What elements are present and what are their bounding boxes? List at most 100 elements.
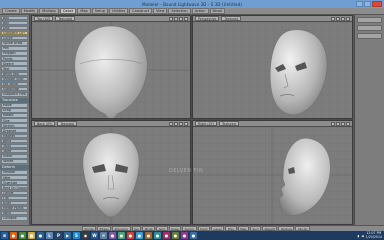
app-icon-15[interactable]: ● bbox=[136, 232, 143, 239]
maximize-viewport-icon[interactable] bbox=[346, 16, 350, 21]
view-type-select[interactable]: Back (XY) bbox=[34, 121, 56, 126]
layer-box[interactable] bbox=[357, 17, 382, 23]
rotate-icon[interactable] bbox=[174, 16, 178, 21]
tool-button-size[interactable]: Size bbox=[1, 118, 28, 123]
app-icon-17[interactable]: ● bbox=[154, 232, 161, 239]
app-icon-14[interactable]: ● bbox=[127, 232, 134, 239]
tool-button-taper[interactable]: Taper bbox=[1, 148, 28, 154]
tool-button-curve[interactable]: Curve bbox=[1, 35, 28, 41]
pan-icon[interactable] bbox=[169, 16, 173, 21]
tool-button-align[interactable]: Align bbox=[1, 200, 28, 206]
tool-button-smooth-shift[interactable]: Smooth Shift bbox=[1, 76, 28, 82]
lightwave-icon[interactable]: L bbox=[46, 232, 53, 239]
tab-multiply[interactable]: Multiply bbox=[39, 8, 60, 14]
tab-selection[interactable]: Selection bbox=[168, 8, 191, 14]
tab-create[interactable]: Create bbox=[2, 8, 20, 14]
mail-icon[interactable]: ✉ bbox=[100, 232, 107, 239]
tool-button-jitter[interactable]: Jitter bbox=[1, 175, 28, 180]
start-button-icon[interactable]: ⊞ bbox=[1, 232, 8, 239]
folder-icon[interactable]: ■ bbox=[28, 232, 35, 239]
tool-button-dragnet[interactable]: Dragnet bbox=[1, 128, 28, 134]
view-type-select[interactable]: Top (XZ) bbox=[34, 16, 54, 21]
pan-icon[interactable] bbox=[169, 121, 173, 126]
tool-button-drag[interactable]: Drag bbox=[1, 108, 28, 113]
tool-button-subpatch-ctrl[interactable]: Subpatch Ctrl bbox=[1, 30, 28, 36]
viewport-perspective[interactable]: Perspective Textured bbox=[192, 15, 353, 119]
steam-icon[interactable]: ● bbox=[37, 232, 44, 239]
app-icon-19[interactable]: ● bbox=[172, 232, 179, 239]
tab-construct[interactable]: Construct bbox=[129, 8, 153, 14]
tool-button-shear[interactable]: Shear bbox=[1, 153, 28, 159]
tool-button-polygon[interactable]: Polygon bbox=[1, 51, 28, 56]
tab-detail[interactable]: Detail bbox=[60, 8, 77, 14]
layer-box[interactable] bbox=[357, 33, 382, 39]
tab-map[interactable]: Map bbox=[77, 8, 91, 14]
clock[interactable]: 12:07 PM 1/20/2014 bbox=[366, 231, 382, 239]
app-icon-18[interactable]: ● bbox=[163, 232, 170, 239]
skype-icon[interactable]: S bbox=[73, 232, 80, 239]
network-icon[interactable]: ▮ bbox=[357, 234, 359, 238]
viewport-right[interactable]: Right (ZY) Textured bbox=[192, 120, 353, 225]
tab-bevel[interactable]: Bevel bbox=[209, 8, 226, 14]
view-type-select[interactable]: Right (ZY) bbox=[195, 121, 218, 126]
rotate-icon[interactable] bbox=[336, 121, 340, 126]
tool-button-quantize[interactable]: Quantize bbox=[1, 180, 28, 185]
tool-button-subpatch-free[interactable]: Subpatch Free bbox=[1, 91, 28, 97]
tool-button-disc[interactable]: Disc bbox=[1, 25, 28, 31]
tab-action[interactable]: Action bbox=[191, 8, 209, 14]
camera-icon[interactable]: ◉ bbox=[82, 232, 89, 239]
tool-button-box[interactable]: Box bbox=[1, 15, 28, 21]
render-mode-select[interactable]: Textured bbox=[55, 16, 75, 21]
tool-button-ball[interactable]: Ball bbox=[1, 20, 28, 26]
pan-icon[interactable] bbox=[331, 121, 335, 126]
tool-button-move[interactable]: Move bbox=[1, 103, 28, 108]
render-mode-select[interactable]: Textured bbox=[221, 16, 242, 21]
app-icon-13[interactable]: ● bbox=[118, 232, 125, 239]
viewport-canvas[interactable] bbox=[32, 22, 190, 118]
viewport-canvas[interactable] bbox=[193, 22, 352, 118]
tab-setup[interactable]: Setup bbox=[91, 8, 108, 14]
tool-button-weld[interactable]: Weld bbox=[1, 210, 28, 216]
zoom-icon[interactable] bbox=[179, 16, 183, 21]
tool-button-stretch[interactable]: Stretch bbox=[1, 123, 28, 128]
zoom-icon[interactable] bbox=[341, 16, 345, 21]
viewport-back[interactable]: Back (XY) Textured bbox=[31, 120, 191, 225]
tool-button-flip[interactable]: Flip bbox=[1, 195, 28, 201]
tool-button-collapse[interactable]: Collapse bbox=[1, 215, 28, 221]
firefox-icon[interactable]: ● bbox=[10, 232, 17, 239]
minimize-button[interactable] bbox=[356, 1, 363, 7]
maximize-viewport-icon[interactable] bbox=[346, 121, 350, 126]
tool-button-spline-draw[interactable]: Spline Draw bbox=[1, 40, 28, 46]
tool-button-points[interactable]: Points bbox=[1, 56, 28, 61]
photoshop-icon[interactable]: P bbox=[55, 232, 62, 239]
tool-button-magnet[interactable]: Magnet bbox=[1, 133, 28, 139]
tool-button-subdivide[interactable]: Subdivide bbox=[1, 86, 28, 92]
volume-icon[interactable]: ◀ bbox=[361, 234, 363, 238]
maximize-viewport-icon[interactable] bbox=[184, 16, 188, 21]
render-mode-select[interactable]: Textured bbox=[57, 121, 78, 126]
tool-button-rotate[interactable]: Rotate bbox=[1, 113, 28, 118]
tab-utilities[interactable]: Utilities bbox=[108, 8, 129, 14]
tool-button-bend[interactable]: Bend bbox=[1, 138, 28, 144]
tool-button-rest-on-ground[interactable]: Rest On Ground bbox=[1, 185, 28, 190]
tool-button-sketch[interactable]: Sketch bbox=[1, 61, 28, 66]
rotate-icon[interactable] bbox=[336, 16, 340, 21]
tool-button-set-value[interactable]: Set Value bbox=[1, 81, 28, 87]
tool-button-pen[interactable]: Pen bbox=[1, 46, 28, 51]
maximize-viewport-icon[interactable] bbox=[184, 121, 188, 126]
zoom-icon[interactable] bbox=[179, 121, 183, 126]
viewport-canvas[interactable] bbox=[193, 127, 352, 224]
zoom-icon[interactable] bbox=[341, 121, 345, 126]
tool-button-twist[interactable]: Twist bbox=[1, 143, 28, 149]
tool-button-bevel-tool[interactable]: Bevel Tool bbox=[1, 71, 28, 77]
viewport-canvas[interactable] bbox=[32, 127, 190, 224]
chrome-icon[interactable]: ● bbox=[19, 232, 26, 239]
app-icon-16[interactable]: ● bbox=[145, 232, 152, 239]
close-button[interactable] bbox=[372, 1, 382, 7]
app-icon-20[interactable]: ● bbox=[181, 232, 188, 239]
viewport-top[interactable]: Top (XZ) Textured bbox=[31, 15, 191, 119]
rotate-icon[interactable] bbox=[174, 121, 178, 126]
media-player-icon[interactable]: ▶ bbox=[64, 232, 71, 239]
tool-button-smooth[interactable]: Smooth bbox=[1, 170, 28, 175]
pan-icon[interactable] bbox=[331, 16, 335, 21]
